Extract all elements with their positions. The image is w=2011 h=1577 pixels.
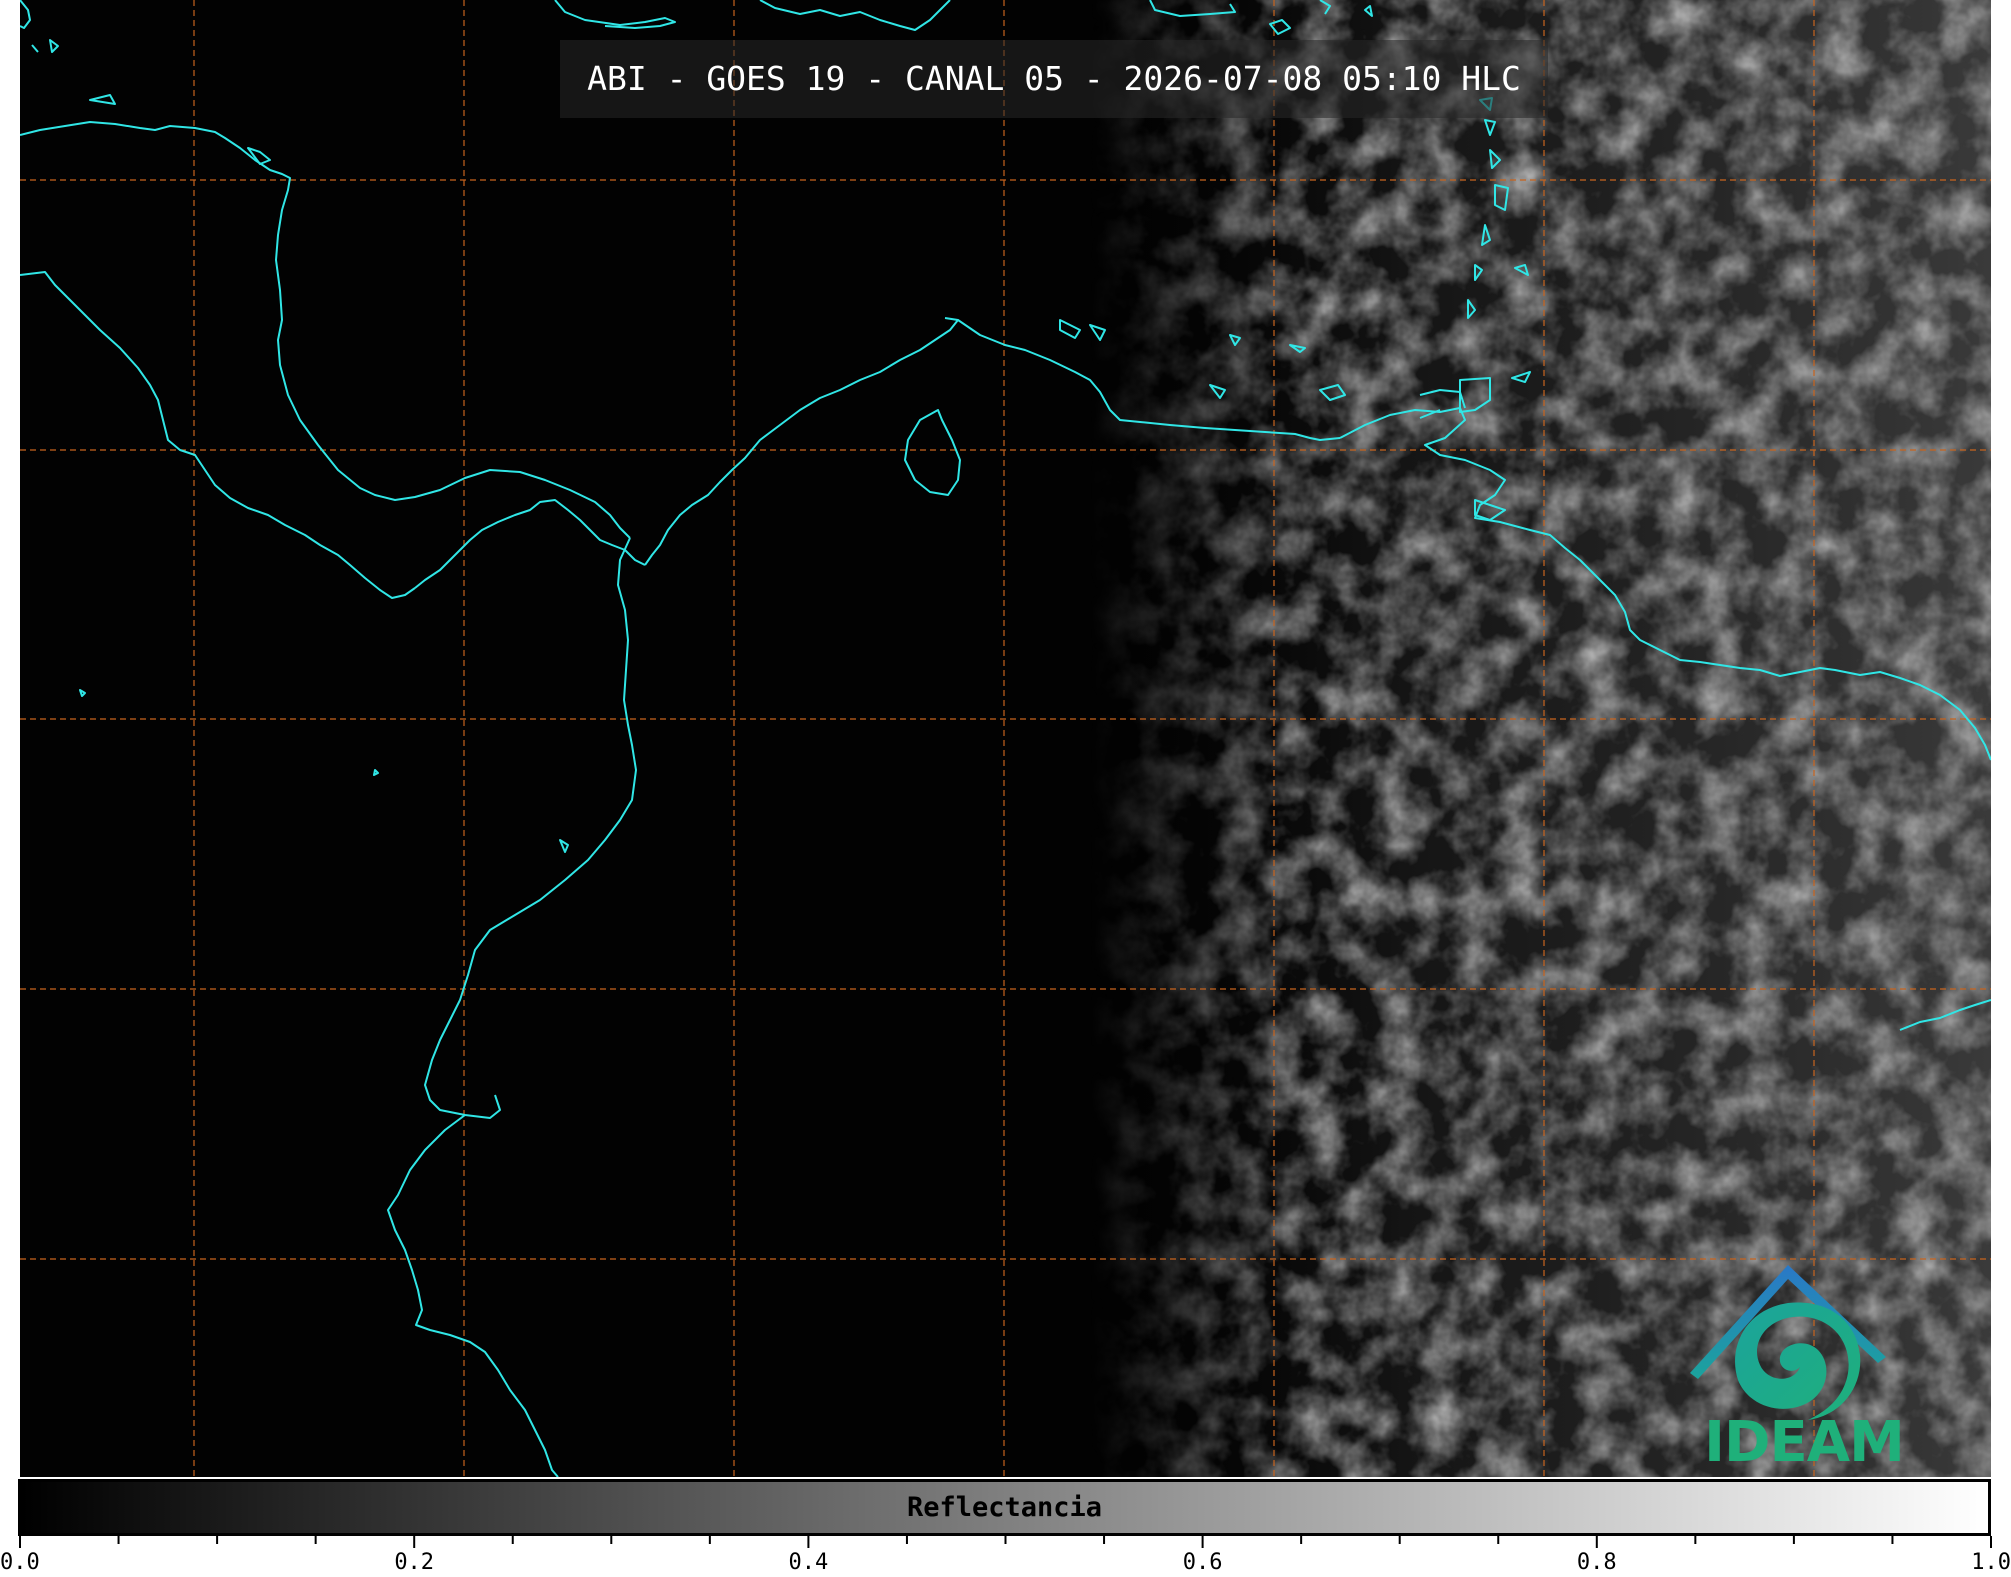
coastline-lake-maracaibo [904, 409, 961, 496]
coastline-mexico [20, 0, 31, 29]
colorbar-tick-label: 0.4 [788, 1550, 829, 1575]
coastline-colombia-pacific [424, 537, 637, 1119]
map-title: ABI - GOES 19 - CANAL 05 - 2026-07-08 05… [587, 59, 1521, 98]
colorbar-label: Reflectancia [906, 1492, 1103, 1523]
title-box: ABI - GOES 19 - CANAL 05 - 2026-07-08 05… [560, 40, 1548, 118]
colorbar-tick-label: 1.0 [1971, 1550, 2011, 1575]
logo-text: IDEAM [1704, 1410, 1905, 1475]
coastline-belize [31, 39, 59, 53]
satellite-image-panel: ABI - GOES 19 - CANAL 05 - 2026-07-08 05… [20, 0, 1991, 1477]
colorbar-tick-label: 0.6 [1182, 1550, 1223, 1575]
coastline-curacao [1059, 319, 1081, 339]
coastline-colombia-pacific-south [387, 1114, 559, 1477]
coastline-malpelo [373, 769, 379, 776]
coastline-cozumel [89, 94, 116, 105]
colorbar-ticks [19, 1536, 1992, 1548]
coastline-cuba [554, 0, 676, 29]
logo-swirl-icon [1735, 1302, 1861, 1420]
coastline-panama [644, 317, 959, 566]
coastline-gorgona [559, 839, 569, 853]
colorbar-tick-label: 0.2 [394, 1550, 435, 1575]
coastline-hispaniola [759, 0, 951, 31]
coastline-central-america-caribbean [414, 499, 646, 589]
colorbar: Reflectancia [18, 1479, 1991, 1536]
coastline-mexico-pacific [20, 271, 416, 599]
coastline-san-andres [79, 689, 86, 697]
coastline-yucatan [20, 121, 631, 539]
colorbar-tick-label: 0.0 [0, 1550, 40, 1575]
colorbar-tick-label: 0.8 [1576, 1550, 1617, 1575]
